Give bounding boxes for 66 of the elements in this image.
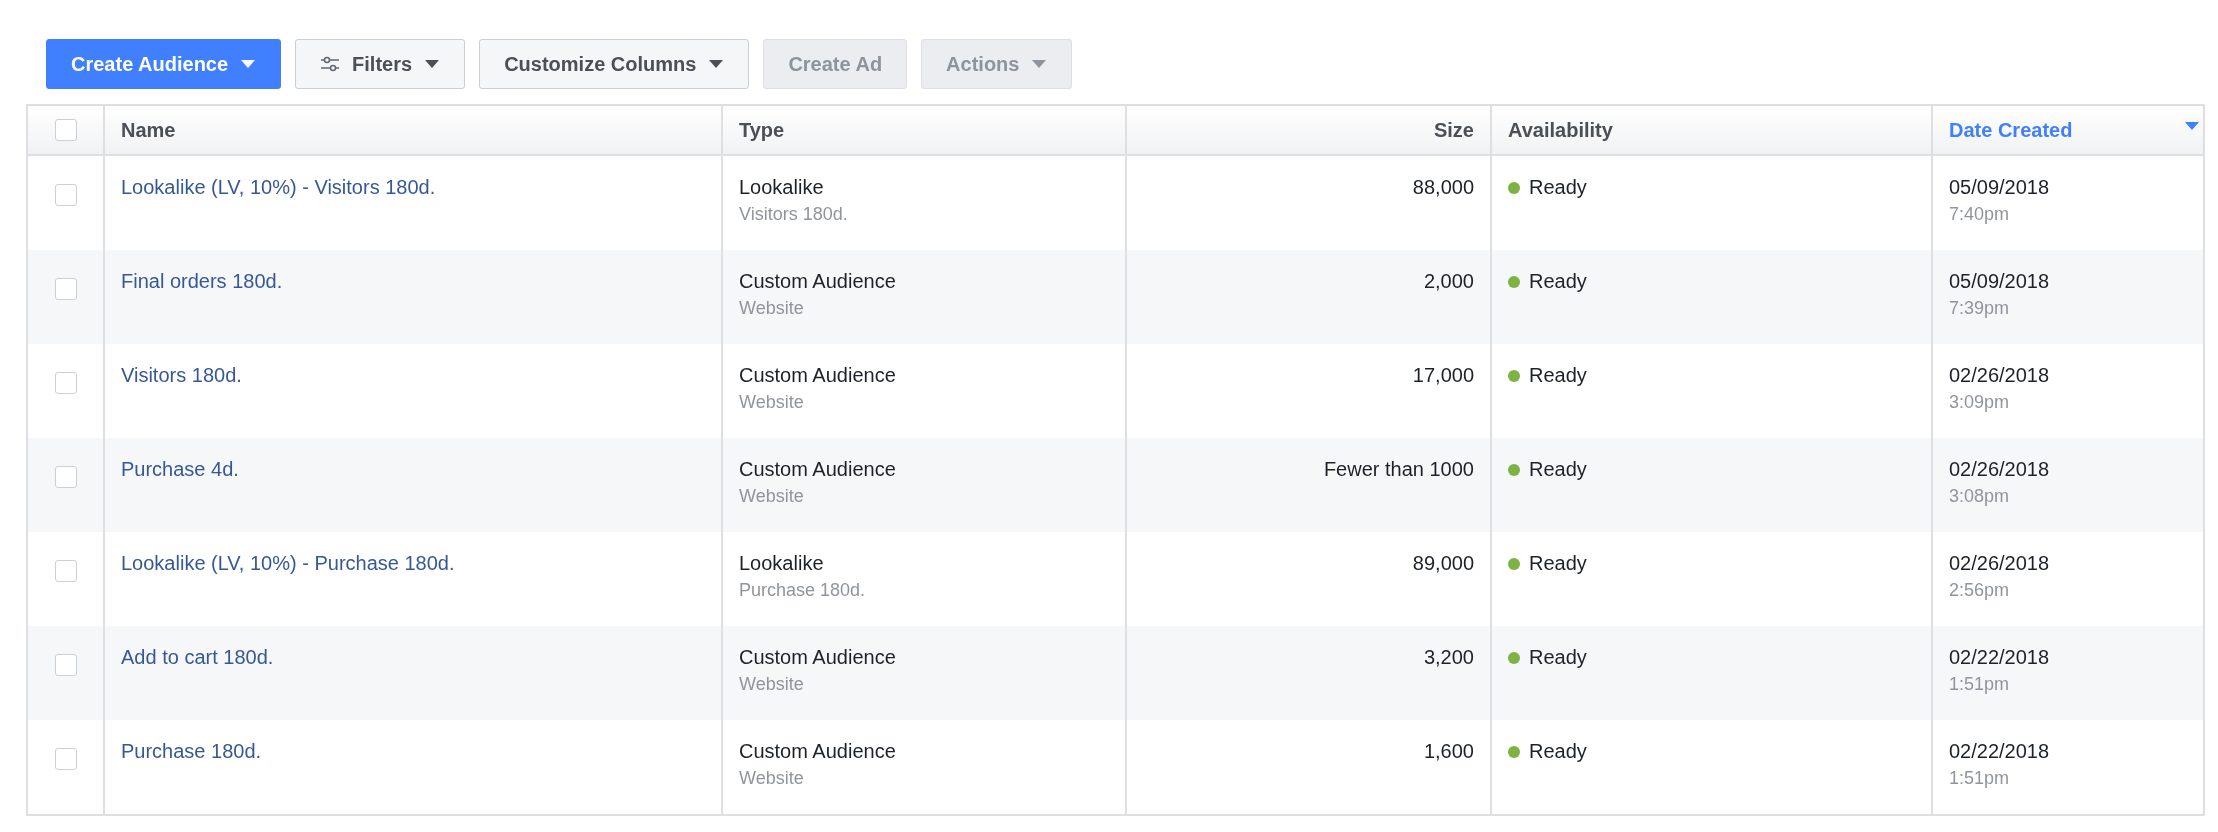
status-text: Ready [1529, 458, 1587, 481]
time-text: 2:56pm [1949, 580, 2011, 601]
size-text: 1,600 [1423, 740, 1474, 762]
type-text: Lookalike [739, 176, 825, 199]
toolbar-button[interactable]: Create Audience [46, 39, 282, 89]
time-text: 3:09pm [1949, 392, 2011, 413]
row-checkbox[interactable] [54, 372, 77, 394]
time-text: 1:51pm [1949, 674, 2011, 695]
row-checkbox[interactable] [54, 560, 77, 582]
type-text: Custom Audience [739, 458, 897, 481]
date-text: 05/09/2018 [1949, 176, 2051, 199]
date-text: 02/26/2018 [1949, 364, 2051, 387]
date-text: 02/22/2018 [1949, 740, 2051, 763]
type-text: Lookalike [739, 552, 825, 575]
status-text: Ready [1529, 552, 1587, 575]
sliders-icon [320, 56, 341, 72]
row-checkbox[interactable] [54, 748, 77, 770]
subtype-text: Website [739, 298, 805, 319]
date-text: 02/26/2018 [1949, 552, 2051, 575]
time-text: 7:39pm [1949, 298, 2011, 319]
column-header[interactable]: Availability [1490, 106, 1931, 156]
type-text: Custom Audience [739, 270, 897, 293]
size-text: 89,000 [1412, 552, 1474, 574]
status-text: Ready [1529, 646, 1587, 669]
select-all-checkbox[interactable] [54, 119, 77, 141]
audience-name-link[interactable]: Visitors 180d. [121, 364, 242, 386]
status-text: Ready [1529, 270, 1587, 293]
column-header[interactable]: Size [1125, 106, 1490, 156]
audience-name-link[interactable]: Purchase 4d. [121, 458, 239, 480]
date-text: 05/09/2018 [1949, 270, 2051, 293]
time-text: 3:08pm [1949, 486, 2011, 507]
sort-caret-icon [2185, 122, 2199, 130]
audience-name-link[interactable]: Lookalike (LV, 10%) - Visitors 180d. [121, 176, 436, 198]
type-text: Custom Audience [739, 364, 897, 387]
time-text: 7:40pm [1949, 204, 2011, 225]
time-text: 1:51pm [1949, 768, 2011, 789]
status-text: Ready [1529, 176, 1587, 199]
subtype-text: Website [739, 768, 805, 789]
type-text: Custom Audience [739, 740, 897, 763]
column-header[interactable]: Type [721, 106, 1125, 156]
row-checkbox[interactable] [54, 278, 77, 300]
status-text: Ready [1529, 740, 1587, 763]
subtype-text: Website [739, 674, 805, 695]
subtype-text: Website [739, 486, 805, 507]
audience-name-link[interactable]: Lookalike (LV, 10%) - Purchase 180d. [121, 552, 455, 574]
audience-name-link[interactable]: Add to cart 180d. [121, 646, 274, 668]
toolbar-button[interactable]: Filters [295, 39, 466, 89]
subtype-text: Website [739, 392, 805, 413]
toolbar-button[interactable]: Customize Columns [479, 39, 750, 89]
audience-name-link[interactable]: Final orders 180d. [121, 270, 283, 292]
status-text: Ready [1529, 364, 1587, 387]
audience-name-link[interactable]: Purchase 180d. [121, 740, 262, 762]
row-checkbox[interactable] [54, 654, 77, 676]
size-text: 17,000 [1412, 364, 1474, 386]
row-checkbox[interactable] [54, 184, 77, 206]
subtype-text: Visitors 180d. [739, 204, 849, 225]
date-text: 02/22/2018 [1949, 646, 2051, 669]
subtype-text: Purchase 180d. [739, 580, 867, 601]
date-text: 02/26/2018 [1949, 458, 2051, 481]
size-text: Fewer than 1000 [1323, 458, 1474, 480]
size-text: 3,200 [1423, 646, 1474, 668]
type-text: Custom Audience [739, 646, 897, 669]
column-header[interactable]: Name [103, 106, 721, 156]
size-text: 2,000 [1423, 270, 1474, 292]
size-text: 88,000 [1412, 176, 1474, 198]
row-checkbox[interactable] [54, 466, 77, 488]
